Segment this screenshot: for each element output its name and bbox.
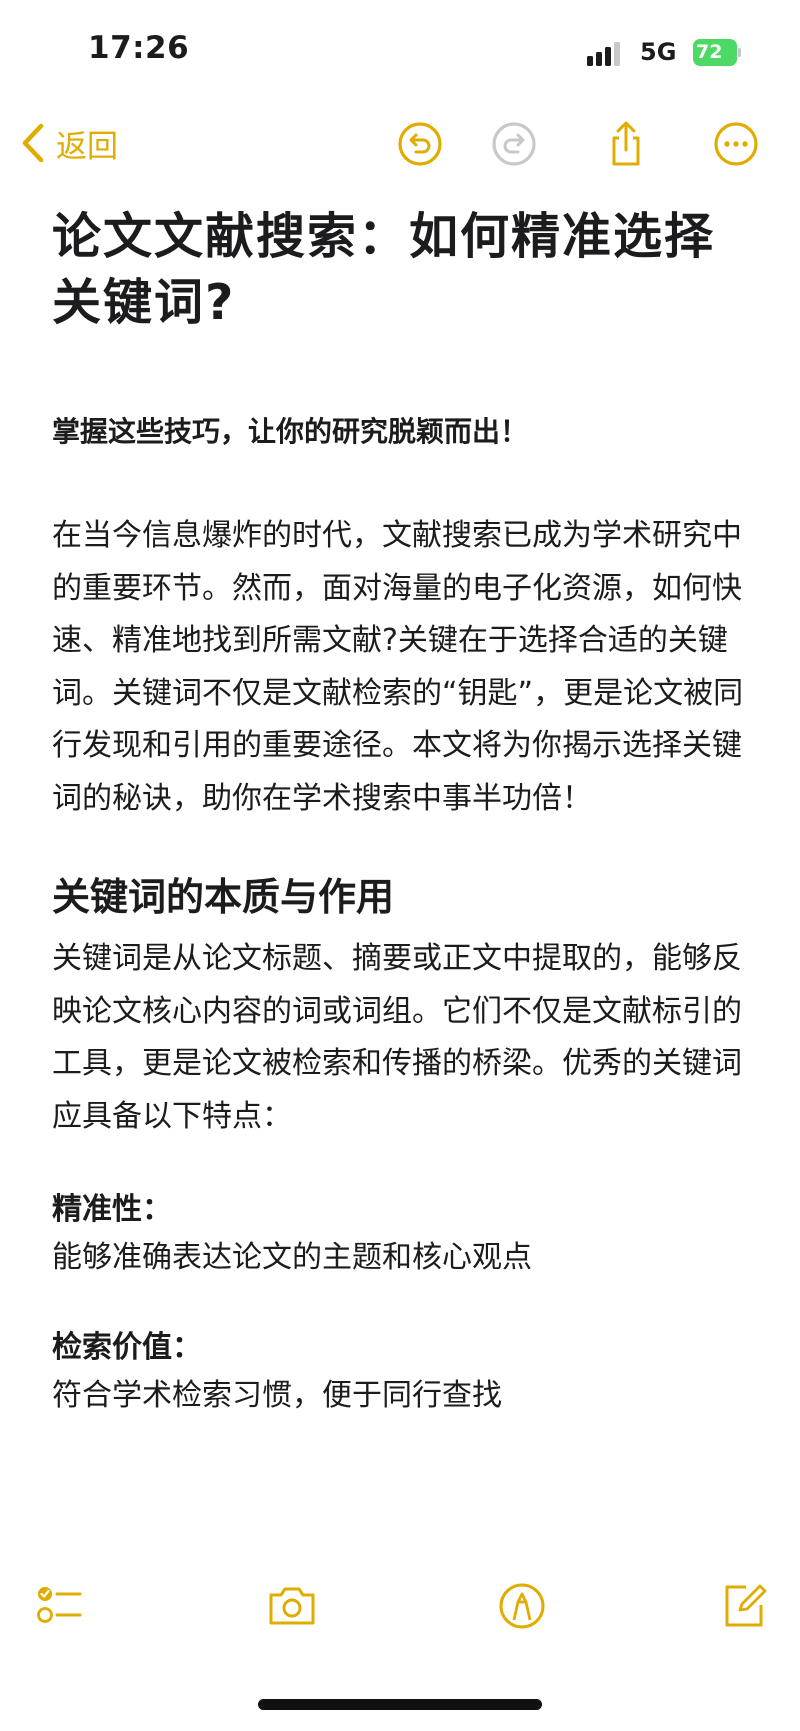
feature-description: 符合学术检索习惯，便于同行查找 [52, 1378, 502, 1413]
undo-icon[interactable] [396, 120, 444, 168]
chevron-left-icon [22, 123, 44, 163]
intro-paragraph: 在当今信息爆炸的时代，文献搜索已成为学术研究中的重要环节。然而，面对海量的电子化… [52, 518, 744, 816]
feature-description: 能够准确表达论文的主题和核心观点 [52, 1240, 532, 1275]
compose-icon[interactable] [718, 1580, 770, 1632]
status-bar: 17:26 5G 72 [0, 0, 800, 100]
note-subtitle: 掌握这些技巧，让你的研究脱颖而出！ [52, 415, 529, 448]
redo-icon[interactable] [490, 120, 538, 168]
battery-icon: 72 [693, 39, 743, 66]
section-paragraph: 关键词是从论文标题、摘要或正文中提取的，能够反映论文核心内容的词或词组。它们不仅… [52, 941, 742, 1134]
note-toolbar: 返回 [0, 110, 800, 180]
cellular-signal-icon [587, 42, 627, 66]
markup-pen-icon[interactable] [496, 1580, 548, 1632]
section-heading: 关键词的本质与作用 [52, 875, 395, 919]
bottom-toolbar [0, 1570, 800, 1670]
home-indicator[interactable] [258, 1699, 542, 1710]
clock: 17:26 [88, 30, 190, 66]
battery-level: 72 [693, 39, 737, 66]
more-icon[interactable] [712, 120, 760, 168]
feature-term: 检索价值： [52, 1330, 202, 1365]
network-type: 5G [640, 38, 677, 66]
note-body[interactable]: 论文文献搜索：如何精准选择关键词? 掌握这些技巧，让你的研究脱颖而出！ 在当今信… [52, 190, 752, 1419]
feature-term: 精准性： [52, 1192, 172, 1227]
share-icon[interactable] [602, 120, 650, 168]
note-title: 论文文献搜索：如何精准选择关键词? [52, 208, 716, 331]
camera-icon[interactable] [266, 1580, 318, 1632]
checklist-icon[interactable] [34, 1580, 86, 1632]
back-label: 返回 [56, 128, 118, 165]
back-button[interactable]: 返回 [14, 118, 118, 168]
